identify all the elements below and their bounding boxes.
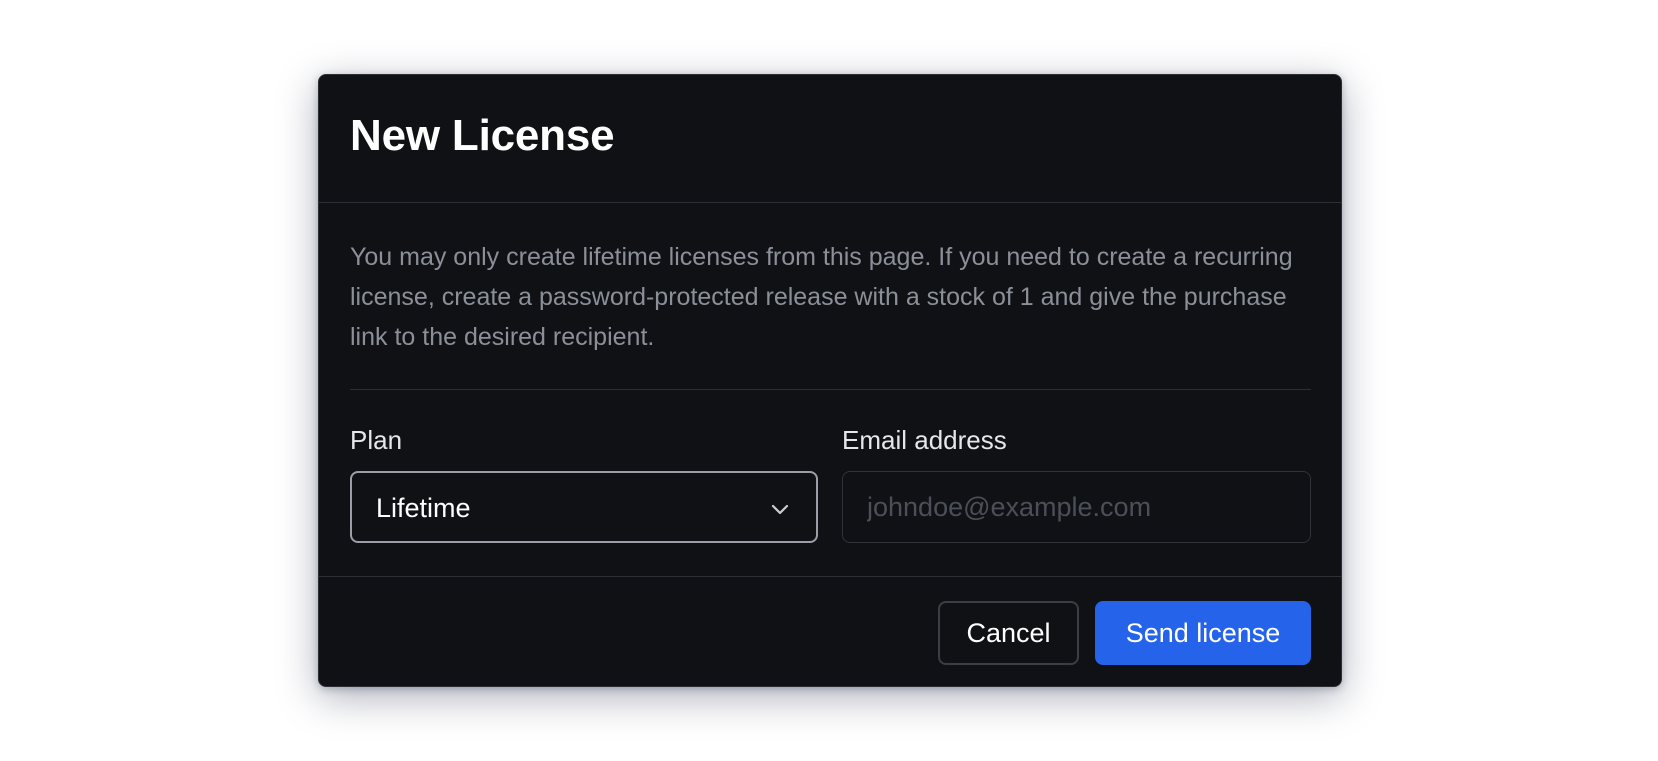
plan-label: Plan (350, 425, 403, 455)
cancel-button[interactable]: Cancel (938, 601, 1079, 665)
send-license-button[interactable]: Send license (1095, 601, 1311, 665)
email-input[interactable] (842, 471, 1311, 543)
chevron-down-icon (771, 504, 789, 515)
footer-divider (319, 576, 1341, 577)
plan-selected-value: Lifetime (376, 493, 471, 523)
dialog-header: New License (319, 75, 1341, 203)
dialog-title: New License (350, 111, 615, 160)
dialog-description: You may only create lifetime licenses fr… (350, 243, 1293, 351)
email-label: Email address (842, 425, 1007, 455)
new-license-dialog: New License You may only create lifetime… (318, 74, 1342, 687)
divider (350, 389, 1311, 390)
plan-select[interactable]: Lifetime (350, 471, 818, 543)
